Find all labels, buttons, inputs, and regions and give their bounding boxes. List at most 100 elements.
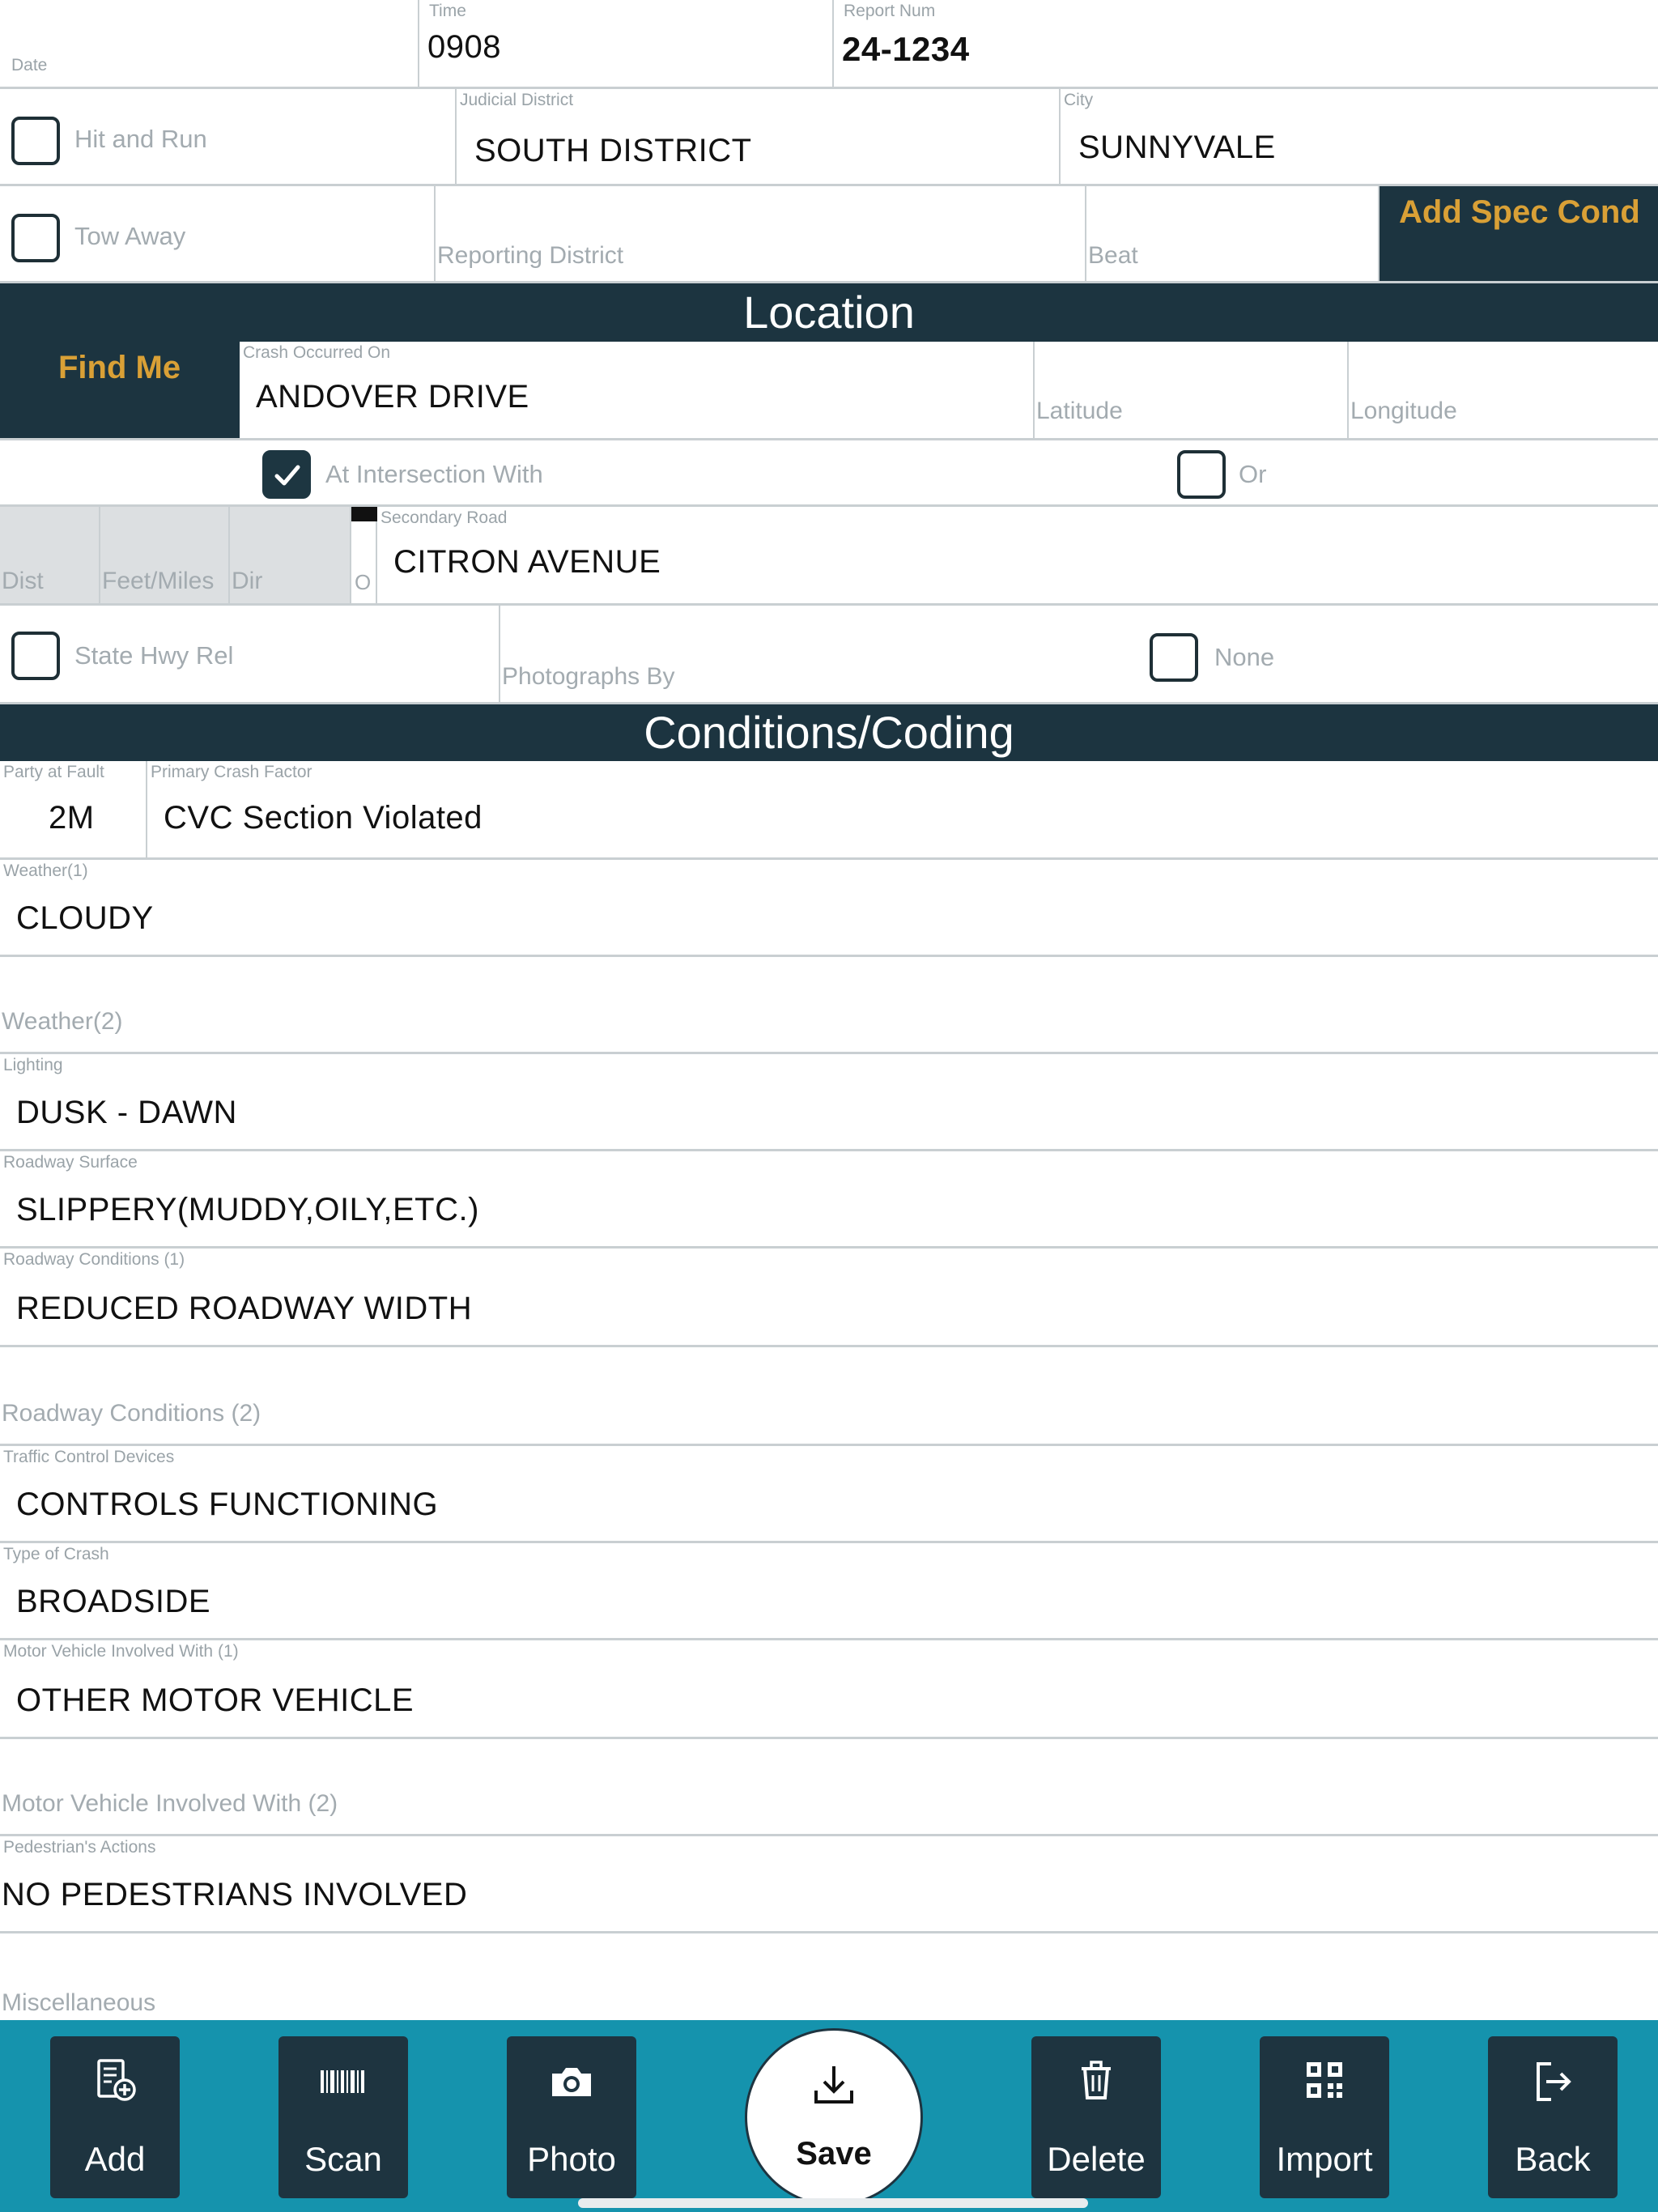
trash-icon (1031, 2056, 1161, 2108)
latitude-label: Latitude (1036, 398, 1123, 424)
conditions-title: Conditions/Coding (644, 707, 1014, 758)
party-at-fault-label: Party at Fault (3, 763, 104, 781)
time-label: Time (429, 2, 466, 20)
hit-and-run-checkbox[interactable] (11, 117, 60, 165)
reporting-district-field[interactable]: Reporting District (436, 186, 1086, 281)
secondary-road-row: Dist Feet/Miles Dir O Secondary Road CIT… (0, 507, 1658, 606)
tow-away-cell: Tow Away (0, 186, 436, 281)
state-hwy-cell: State Hwy Rel (0, 606, 500, 702)
city-field[interactable]: City SUNNYVALE (1061, 89, 1658, 184)
longitude-label: Longitude (1350, 398, 1457, 424)
reporting-district-label: Reporting District (437, 242, 624, 269)
feet-miles-label: Feet/Miles (102, 568, 215, 594)
scan-label: Scan (304, 2140, 382, 2178)
type-of-crash-field[interactable]: Type of Crash BROADSIDE (0, 1543, 1658, 1640)
tow-away-checkbox[interactable] (11, 214, 60, 262)
motor-vehicle-involved-2-field[interactable]: Motor Vehicle Involved With (2) (0, 1739, 1658, 1836)
type-of-crash-value: BROADSIDE (16, 1584, 211, 1619)
delete-label: Delete (1047, 2140, 1146, 2178)
scan-button[interactable]: Scan (278, 2036, 408, 2198)
primary-crash-factor-field[interactable]: Primary Crash Factor CVC Section Violate… (147, 761, 1658, 857)
qr-code-icon (1260, 2056, 1389, 2108)
secondary-road-label: Secondary Road (380, 508, 508, 527)
add-spec-cond-button[interactable]: Add Spec Cond (1380, 186, 1658, 281)
weather-2-label: Weather(2) (2, 1008, 123, 1035)
drag-handle[interactable] (351, 507, 377, 521)
back-label: Back (1515, 2140, 1591, 2178)
state-hwy-checkbox[interactable] (11, 632, 60, 680)
time-field[interactable]: Time 0908 (419, 0, 834, 87)
of-label: O (355, 570, 372, 594)
miscellaneous-label: Miscellaneous (2, 1989, 156, 2016)
hit-and-run-cell: Hit and Run (0, 89, 457, 184)
none-checkbox[interactable] (1150, 633, 1198, 682)
location-title: Location (743, 287, 915, 338)
party-at-fault-field[interactable]: Party at Fault 2M (0, 761, 147, 857)
pedestrian-actions-field[interactable]: Pedestrian's Actions NO PEDESTRIANS INVO… (0, 1836, 1658, 1933)
traffic-control-devices-field[interactable]: Traffic Control Devices CONTROLS FUNCTIO… (0, 1446, 1658, 1543)
primary-crash-factor-value: CVC Section Violated (164, 800, 483, 836)
beat-field[interactable]: Beat (1086, 186, 1380, 281)
add-button[interactable]: Add (50, 2036, 180, 2198)
feet-miles-field[interactable]: Feet/Miles (100, 507, 230, 603)
lighting-label: Lighting (3, 1056, 63, 1074)
photo-button[interactable]: Photo (507, 2036, 636, 2198)
roadway-surface-value: SLIPPERY(MUDDY,OILY,ETC.) (16, 1192, 479, 1227)
add-spec-cond-label: Add Spec Cond (1399, 194, 1640, 230)
longitude-field[interactable]: Longitude (1349, 342, 1658, 438)
judicial-district-field[interactable]: Judicial District SOUTH DISTRICT (457, 89, 1061, 184)
motor-vehicle-involved-1-field[interactable]: Motor Vehicle Involved With (1) OTHER MO… (0, 1640, 1658, 1739)
dir-field[interactable]: Dir (230, 507, 351, 603)
at-intersection-checkbox[interactable] (262, 450, 311, 499)
traffic-control-devices-value: CONTROLS FUNCTIONING (16, 1487, 439, 1522)
delete-button[interactable]: Delete (1031, 2036, 1161, 2198)
date-field[interactable]: Date (0, 0, 419, 87)
roadway-conditions-1-value: REDUCED ROADWAY WIDTH (16, 1291, 473, 1326)
conditions-header: Conditions/Coding (0, 704, 1658, 761)
home-indicator (578, 2198, 1088, 2208)
roadway-conditions-2-label: Roadway Conditions (2) (2, 1400, 261, 1427)
at-intersection-label: At Intersection With (325, 460, 543, 488)
save-button[interactable]: Save (745, 2028, 923, 2206)
primary-crash-factor-label: Primary Crash Factor (151, 763, 312, 781)
roadway-surface-label: Roadway Surface (3, 1153, 138, 1172)
dist-field[interactable]: Dist (0, 507, 100, 603)
header-row: Date Time 0908 Report Num 24-1234 (0, 0, 1658, 89)
crash-occurred-on-field[interactable]: Crash Occurred On ANDOVER DRIVE (240, 342, 1035, 438)
party-at-fault-value: 2M (49, 800, 95, 836)
find-me-label: Find Me (58, 350, 181, 385)
weather-1-label: Weather(1) (3, 861, 88, 880)
or-checkbox[interactable] (1177, 450, 1226, 499)
download-icon (747, 2061, 920, 2113)
photo-label: Photo (527, 2140, 616, 2178)
motor-vehicle-involved-2-label: Motor Vehicle Involved With (2) (2, 1790, 338, 1817)
roadway-conditions-1-field[interactable]: Roadway Conditions (1) REDUCED ROADWAY W… (0, 1249, 1658, 1347)
latitude-field[interactable]: Latitude (1035, 342, 1349, 438)
judicial-district-value: SOUTH DISTRICT (474, 133, 752, 168)
traffic-control-devices-label: Traffic Control Devices (3, 1448, 175, 1466)
weather-1-value: CLOUDY (16, 900, 154, 936)
location-header: Location (0, 283, 1658, 342)
roadway-surface-field[interactable]: Roadway Surface SLIPPERY(MUDDY,OILY,ETC.… (0, 1151, 1658, 1249)
add-document-icon (50, 2056, 180, 2108)
secondary-road-value: CITRON AVENUE (393, 544, 661, 580)
back-button[interactable]: Back (1488, 2036, 1618, 2198)
report-num-field[interactable]: Report Num 24-1234 (834, 0, 1658, 87)
party-row: Party at Fault 2M Primary Crash Factor C… (0, 761, 1658, 860)
roadway-conditions-2-field[interactable]: Roadway Conditions (2) (0, 1347, 1658, 1446)
miscellaneous-field[interactable]: Miscellaneous (0, 1933, 1658, 2020)
secondary-road-field[interactable]: Secondary Road CITRON AVENUE (377, 507, 1658, 603)
weather-2-field[interactable]: Weather(2) (0, 957, 1658, 1054)
crash-location-row: Find Me Crash Occurred On ANDOVER DRIVE … (0, 342, 1658, 440)
import-button[interactable]: Import (1260, 2036, 1389, 2198)
city-value: SUNNYVALE (1078, 130, 1276, 165)
crash-occurred-on-value: ANDOVER DRIVE (256, 379, 529, 415)
photographs-by-label: Photographs By (502, 663, 675, 690)
crash-occurred-on-label: Crash Occurred On (243, 343, 391, 362)
find-me-button[interactable]: Find Me (0, 342, 240, 438)
photographs-by-field[interactable]: Photographs By (500, 606, 1148, 702)
of-field[interactable]: O (351, 507, 377, 603)
lighting-field[interactable]: Lighting DUSK - DAWN (0, 1054, 1658, 1151)
hit-and-run-label: Hit and Run (74, 125, 207, 153)
weather-1-field[interactable]: Weather(1) CLOUDY (0, 860, 1658, 957)
